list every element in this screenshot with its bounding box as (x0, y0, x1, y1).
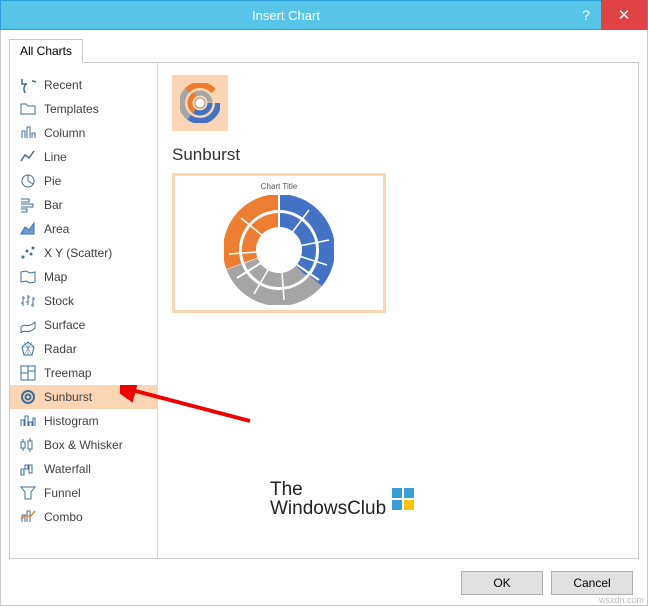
sidebar-item-label: Map (44, 270, 67, 284)
treemap-icon (20, 365, 36, 381)
sidebar-item-histogram[interactable]: Histogram (10, 409, 157, 433)
sunburst-icon (180, 83, 220, 123)
dialog-buttons: OK Cancel (461, 571, 633, 595)
sidebar-item-box[interactable]: Box & Whisker (10, 433, 157, 457)
windowsclub-logo-icon (392, 488, 414, 510)
chart-preview[interactable]: Chart Title (172, 173, 386, 313)
combo-icon (20, 509, 36, 525)
chart-preview-title: Chart Title (261, 182, 297, 191)
close-button[interactable]: ✕ (601, 0, 647, 30)
sidebar-item-label: Sunburst (44, 390, 92, 404)
dialog-body: All Charts Recent Templates Column Line Pie B… (0, 30, 648, 606)
chart-category-sidebar: Recent Templates Column Line Pie Bar Area X Y (… (10, 63, 158, 558)
box-icon (20, 437, 36, 453)
window-title: Insert Chart (1, 8, 571, 23)
sidebar-item-label: X Y (Scatter) (44, 246, 112, 260)
sidebar-item-label: Box & Whisker (44, 438, 123, 452)
sidebar-item-label: Pie (44, 174, 61, 188)
line-icon (20, 149, 36, 165)
sidebar-item-label: Radar (44, 342, 77, 356)
source-footer: wsxdn.com (599, 595, 644, 605)
sidebar-item-label: Funnel (44, 486, 81, 500)
sunburst-preview-icon (224, 195, 334, 305)
pie-icon (20, 173, 36, 189)
sidebar-item-bar[interactable]: Bar (10, 193, 157, 217)
sidebar-item-label: Templates (44, 102, 99, 116)
sidebar-item-treemap[interactable]: Treemap (10, 361, 157, 385)
sidebar-item-label: Stock (44, 294, 74, 308)
surface-icon (20, 317, 36, 333)
radar-icon (20, 341, 36, 357)
sidebar-item-line[interactable]: Line (10, 145, 157, 169)
scatter-icon (20, 245, 36, 261)
sidebar-item-label: Treemap (44, 366, 92, 380)
cancel-button[interactable]: Cancel (551, 571, 633, 595)
area-icon (20, 221, 36, 237)
sidebar-item-waterfall[interactable]: Waterfall (10, 457, 157, 481)
waterfall-icon (20, 461, 36, 477)
sidebar-item-pie[interactable]: Pie (10, 169, 157, 193)
sidebar-item-map[interactable]: Map (10, 265, 157, 289)
sidebar-item-folder[interactable]: Templates (10, 97, 157, 121)
sidebar-item-funnel[interactable]: Funnel (10, 481, 157, 505)
sidebar-item-sunburst[interactable]: Sunburst (10, 385, 157, 409)
stock-icon (20, 293, 36, 309)
sidebar-item-label: Surface (44, 318, 85, 332)
watermark-text: The WindowsClub (270, 480, 386, 518)
sidebar-item-label: Waterfall (44, 462, 91, 476)
sidebar-item-label: Combo (44, 510, 83, 524)
sidebar-item-label: Column (44, 126, 85, 140)
sidebar-item-scatter[interactable]: X Y (Scatter) (10, 241, 157, 265)
sidebar-item-label: Histogram (44, 414, 99, 428)
sidebar-item-surface[interactable]: Surface (10, 313, 157, 337)
bar-icon (20, 197, 36, 213)
help-button[interactable]: ? (571, 7, 601, 23)
sidebar-item-column[interactable]: Column (10, 121, 157, 145)
sunburst-icon (20, 389, 36, 405)
folder-icon (20, 101, 36, 117)
sidebar-item-label: Line (44, 150, 67, 164)
sidebar-item-label: Recent (44, 78, 82, 92)
titlebar: Insert Chart ? ✕ (0, 0, 648, 30)
sidebar-item-radar[interactable]: Radar (10, 337, 157, 361)
sidebar-item-label: Bar (44, 198, 63, 212)
sidebar-item-undo[interactable]: Recent (10, 73, 157, 97)
watermark: The WindowsClub (270, 480, 414, 518)
map-icon (20, 269, 36, 285)
chart-type-heading: Sunburst (172, 145, 624, 165)
ok-button[interactable]: OK (461, 571, 543, 595)
sidebar-item-label: Area (44, 222, 69, 236)
column-icon (20, 125, 36, 141)
sidebar-item-stock[interactable]: Stock (10, 289, 157, 313)
histogram-icon (20, 413, 36, 429)
undo-icon (20, 77, 36, 93)
tab-all-charts[interactable]: All Charts (9, 39, 83, 63)
tab-strip: All Charts (1, 30, 647, 62)
sidebar-item-area[interactable]: Area (10, 217, 157, 241)
chart-subtype-sunburst[interactable] (172, 75, 228, 131)
sidebar-item-combo[interactable]: Combo (10, 505, 157, 529)
funnel-icon (20, 485, 36, 501)
